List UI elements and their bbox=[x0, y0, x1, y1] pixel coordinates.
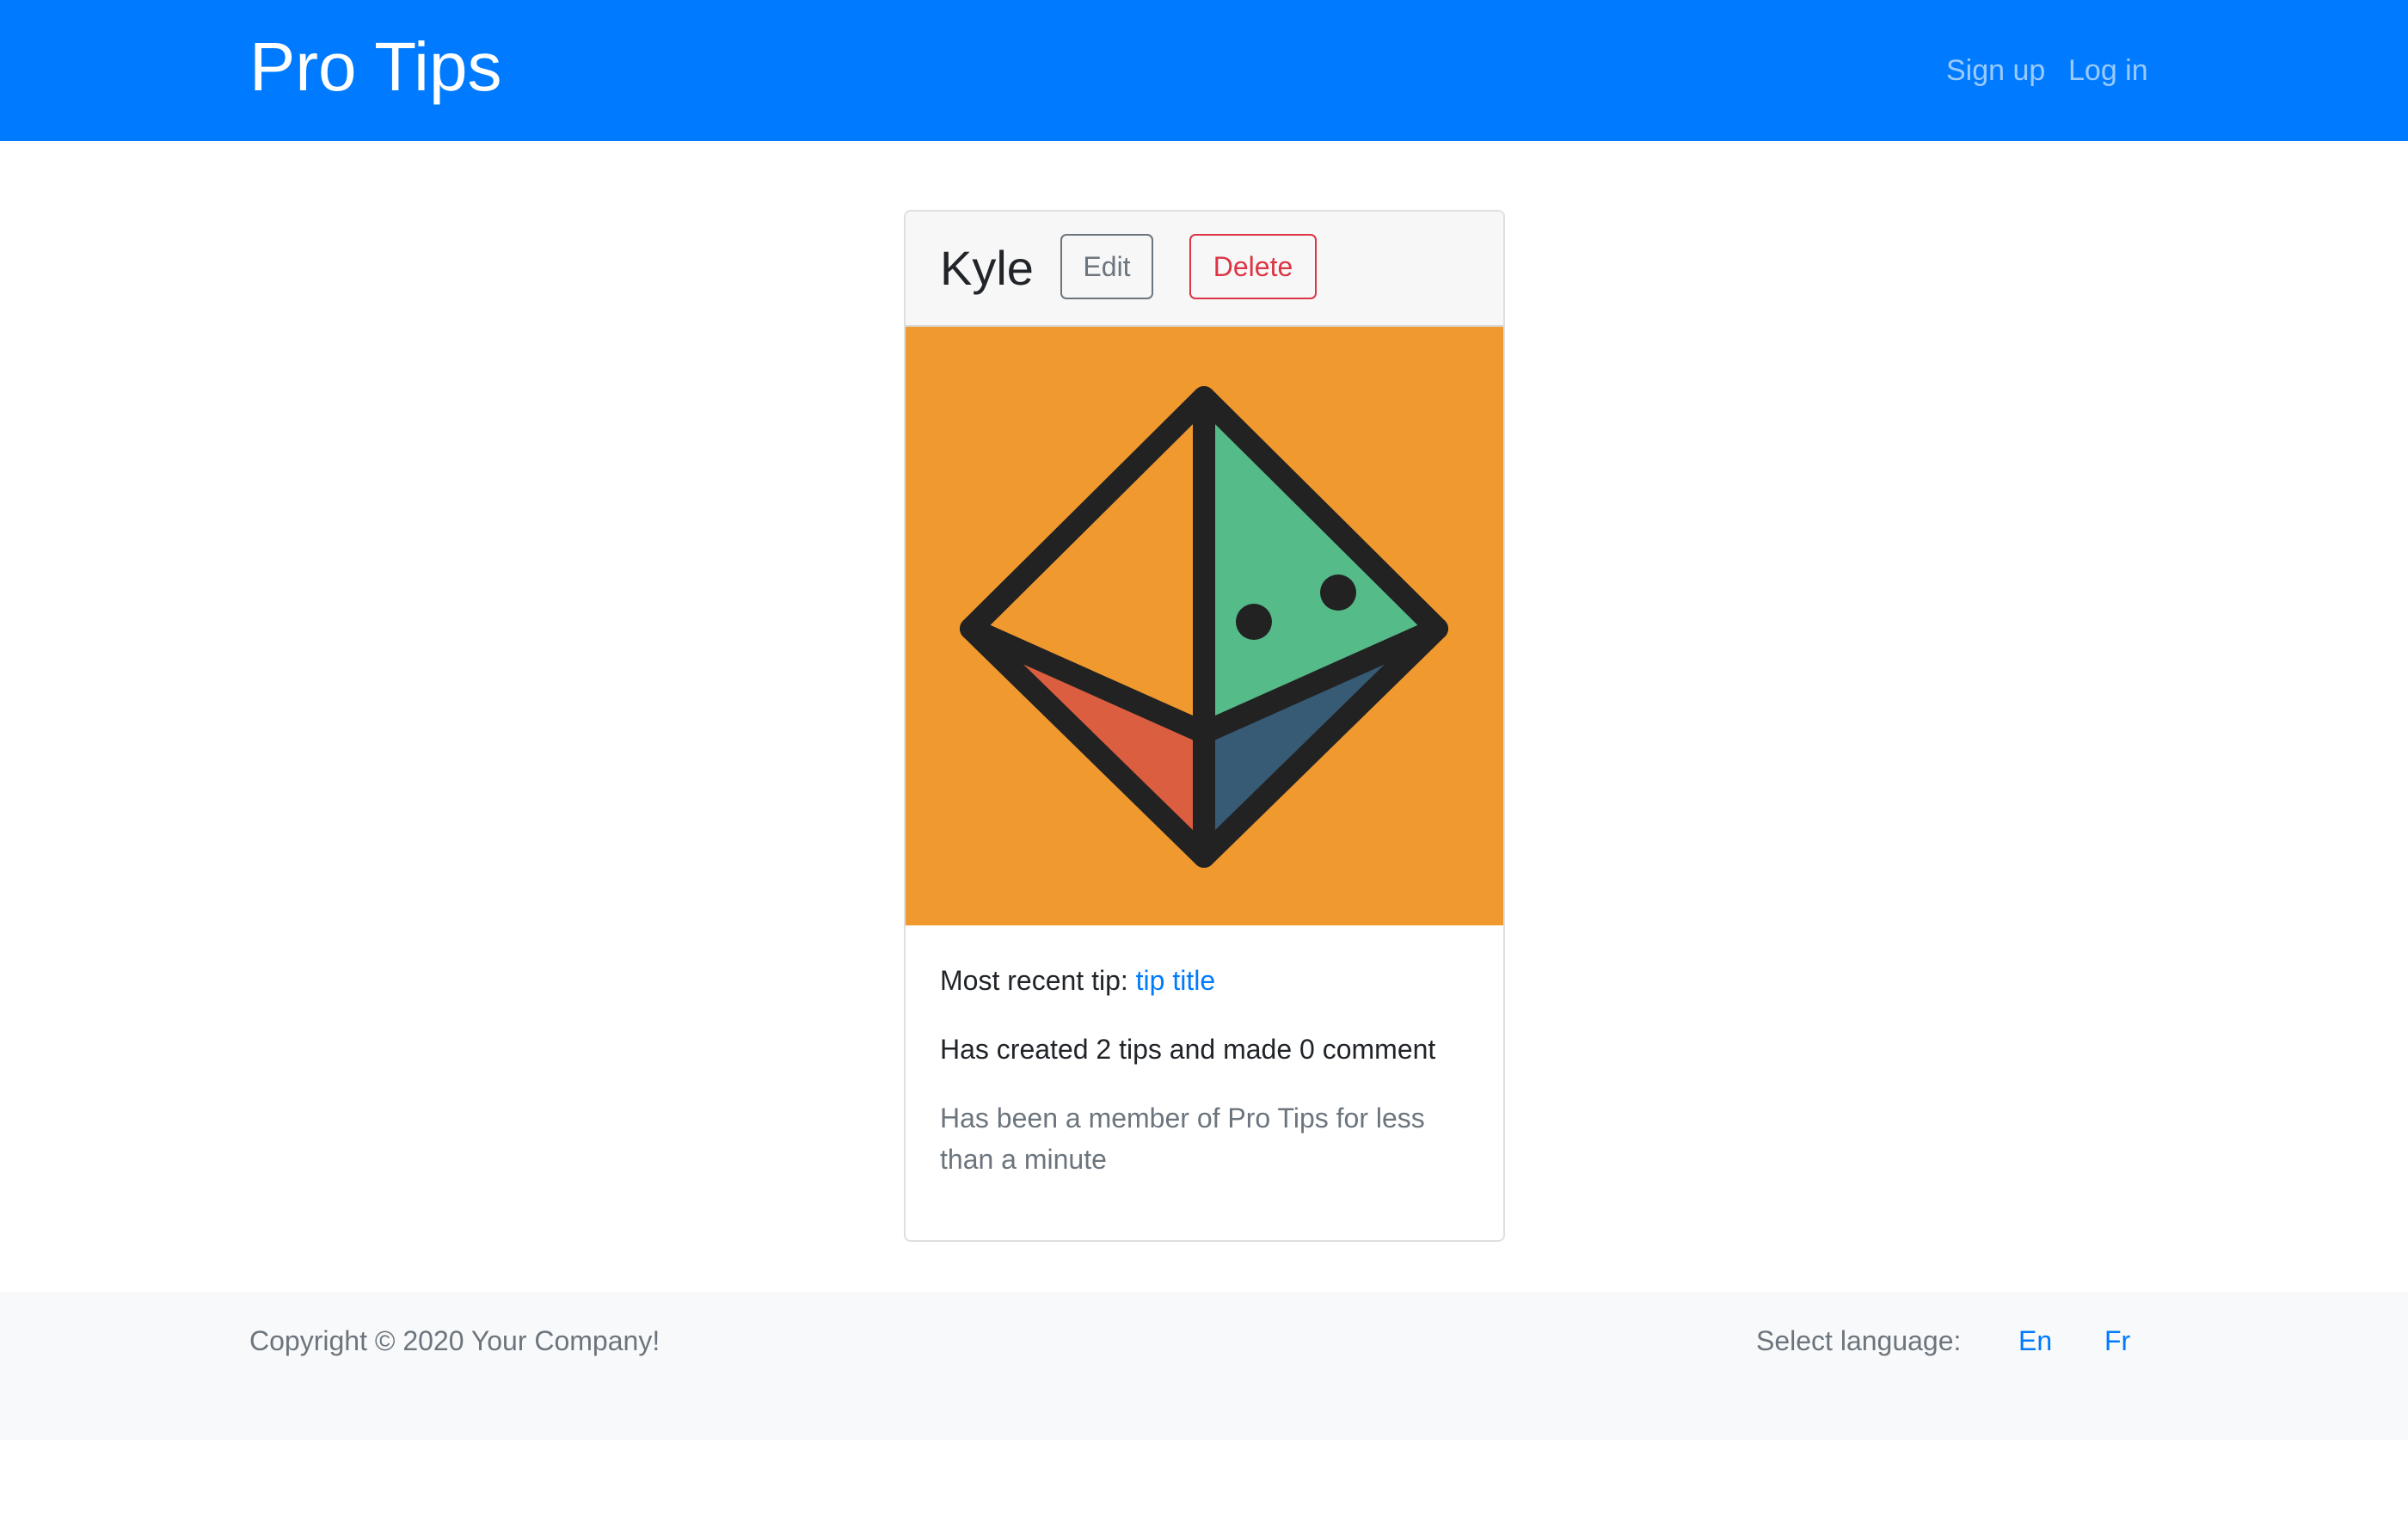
page-footer: Copyright © 2020 Your Company! Select la… bbox=[0, 1292, 2408, 1440]
brand-link[interactable]: Pro Tips bbox=[249, 26, 501, 108]
language-label: Select language: bbox=[1756, 1325, 1962, 1356]
delete-button[interactable]: Delete bbox=[1189, 234, 1317, 299]
recent-tip-label: Most recent tip: bbox=[940, 965, 1136, 996]
user-name: Kyle bbox=[940, 241, 1034, 295]
top-navbar: Pro Tips Sign up Log in bbox=[0, 0, 2408, 141]
user-profile-card: Kyle Edit Delete Most recent tip: tip ti… bbox=[904, 210, 1505, 1242]
language-fr-link[interactable]: Fr bbox=[2104, 1318, 2130, 1364]
avatar-left-eye bbox=[1236, 604, 1272, 640]
recent-tip-link[interactable]: tip title bbox=[1136, 965, 1215, 996]
avatar-right-eye bbox=[1320, 574, 1356, 611]
profile-card-header: Kyle Edit Delete bbox=[906, 212, 1503, 327]
user-stats: Has created 2 tips and made 0 comment bbox=[940, 1034, 1436, 1065]
membership-duration: Has been a member of Pro Tips for less t… bbox=[940, 1103, 1425, 1175]
sign-up-link[interactable]: Sign up bbox=[1946, 50, 2045, 91]
octahedron-avatar-icon bbox=[906, 327, 1503, 925]
log-in-link[interactable]: Log in bbox=[2068, 50, 2148, 91]
edit-button[interactable]: Edit bbox=[1060, 234, 1153, 299]
language-en-link[interactable]: En bbox=[2018, 1318, 2052, 1364]
profile-card-body: Most recent tip: tip title Has created 2… bbox=[940, 960, 1473, 1180]
recent-tip-line: Most recent tip: tip title bbox=[940, 960, 1473, 1001]
copyright-text: Copyright © 2020 Your Company! bbox=[249, 1325, 660, 1356]
